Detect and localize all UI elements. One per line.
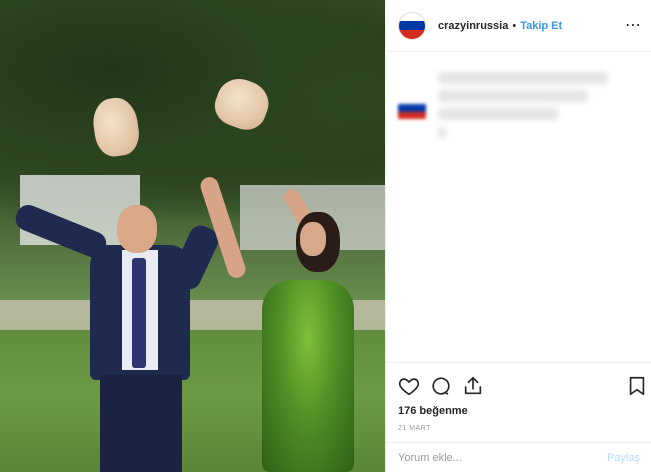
comment-input[interactable]: Yorum ekle... (398, 452, 607, 464)
photo-man-legs (100, 375, 182, 472)
more-options-icon[interactable]: ⋯ (625, 15, 642, 35)
likes-count[interactable]: 176 beğenme (398, 405, 468, 417)
post-photo[interactable] (0, 0, 385, 472)
flag-band-red (399, 29, 425, 39)
post-date: 21 MART (398, 425, 431, 432)
post-header: crazyinrussia • Takip Et ⋯ (386, 0, 651, 52)
flag-band-blue (399, 21, 425, 30)
username-link[interactable]: crazyinrussia (438, 20, 508, 32)
comment-icon[interactable] (430, 375, 452, 397)
follow-button[interactable]: Takip Et (520, 20, 562, 32)
share-icon[interactable] (462, 375, 484, 397)
flag-band-white (399, 12, 425, 22)
caption-area (386, 52, 651, 362)
post-comment-button[interactable]: Paylaş (607, 452, 640, 464)
header-separator: • (512, 19, 517, 32)
avatar[interactable] (398, 11, 426, 40)
instagram-post: crazyinrussia • Takip Et ⋯ 176 beğenme 2… (0, 0, 651, 472)
caption-flag-icon (398, 97, 426, 119)
blurred-caption-line (438, 72, 608, 84)
photo-woman-face (300, 222, 326, 256)
photo-woman-leaf-dress (262, 280, 354, 472)
photo-man-tie (132, 258, 146, 368)
photo-man-head (117, 205, 157, 253)
blurred-caption-line (438, 127, 446, 139)
heart-icon[interactable] (398, 375, 420, 397)
blurred-caption-line (438, 108, 558, 120)
comment-form: Yorum ekle... Paylaş (386, 442, 651, 472)
blurred-caption-line (438, 90, 588, 102)
bookmark-icon[interactable] (626, 375, 648, 397)
post-sidebar: crazyinrussia • Takip Et ⋯ 176 beğenme 2… (385, 0, 651, 472)
